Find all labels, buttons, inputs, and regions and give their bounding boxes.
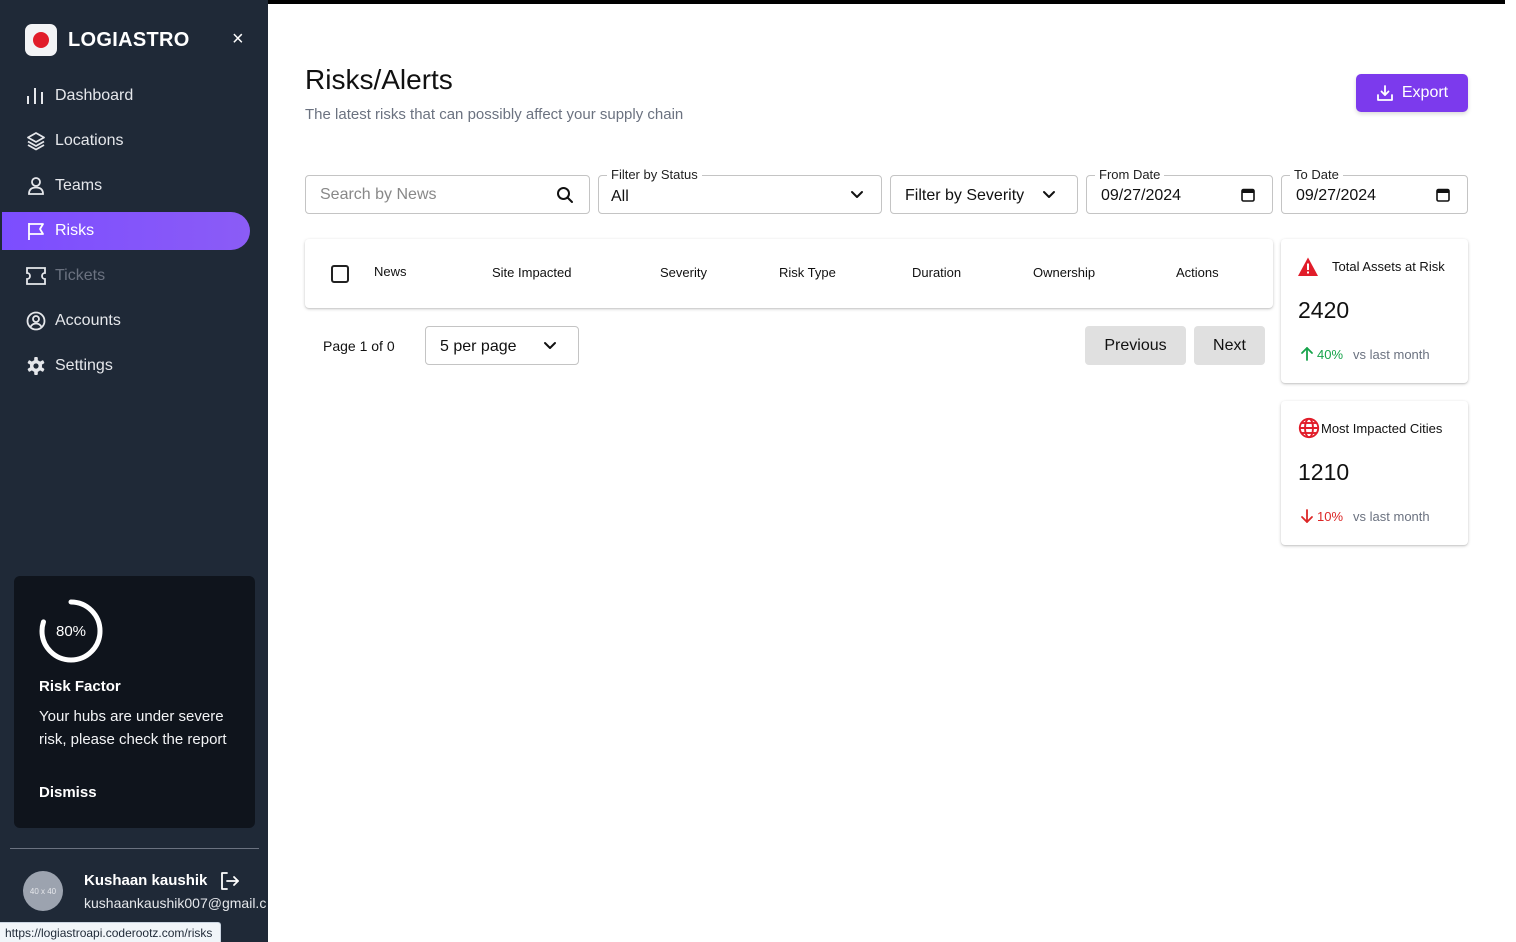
from-date-value: 09/27/2024 — [1101, 187, 1182, 204]
severity-filter-select[interactable]: Filter by Severity — [890, 175, 1078, 214]
sidebar-item-settings[interactable]: Settings — [2, 347, 250, 385]
brand-name: LOGIASTRO — [68, 28, 190, 51]
sidebar: LOGIASTRO × Dashboard Locations Teams Ri — [0, 0, 268, 942]
stat-change: 10% vs last month — [1299, 508, 1430, 524]
user-icon — [25, 175, 47, 197]
sidebar-item-tickets[interactable]: Tickets — [2, 257, 250, 295]
column-header-ownership[interactable]: Ownership — [1033, 265, 1095, 280]
from-date-field[interactable]: From Date 09/27/2024 — [1086, 167, 1273, 214]
ticket-icon — [25, 265, 47, 287]
bar-chart-icon — [25, 85, 47, 107]
sidebar-item-label: Tickets — [55, 267, 106, 284]
arrow-up-icon — [1301, 347, 1313, 361]
user-name: Kushaan kaushik — [84, 872, 208, 889]
download-icon — [1376, 85, 1393, 101]
stat-value: 1210 — [1298, 459, 1350, 485]
sidebar-item-label: Dashboard — [55, 87, 134, 104]
risk-percent: 80% — [55, 622, 87, 640]
risk-message: Your hubs are under severe risk, please … — [39, 708, 227, 748]
risk-title: Risk Factor — [39, 678, 121, 695]
column-header-severity[interactable]: Severity — [660, 265, 707, 280]
per-page-select[interactable]: 5 per page — [425, 326, 579, 365]
window-right-edge — [1505, 0, 1516, 942]
sidebar-item-locations[interactable]: Locations — [2, 122, 250, 160]
stat-card-total-assets: Total Assets at Risk 2420 40% vs last mo… — [1281, 239, 1468, 383]
stat-title: Most Impacted Cities — [1321, 421, 1443, 436]
sidebar-item-label: Risks — [55, 222, 95, 239]
to-date-value: 09/27/2024 — [1296, 187, 1377, 204]
globe-icon — [1298, 417, 1320, 439]
stat-change-value: 10% — [1317, 508, 1344, 524]
sidebar-item-teams[interactable]: Teams — [2, 167, 250, 205]
page-subtitle: The latest risks that can possibly affec… — [305, 106, 684, 123]
page-title: Risks/Alerts — [305, 64, 453, 95]
to-date-field[interactable]: To Date 09/27/2024 — [1281, 167, 1468, 214]
stat-change-note: vs last month — [1353, 346, 1430, 362]
divider — [10, 848, 259, 849]
brand[interactable]: LOGIASTRO — [25, 24, 190, 56]
export-label: Export — [1401, 84, 1449, 101]
column-header-duration[interactable]: Duration — [912, 265, 961, 280]
risks-table-header: News Site Impacted Severity Risk Type Du… — [305, 239, 1273, 308]
layers-icon — [25, 130, 47, 152]
search-icon[interactable] — [555, 185, 575, 205]
warning-icon — [1298, 257, 1318, 276]
avatar[interactable]: 40 x 40 — [23, 871, 63, 911]
stat-change-note: vs last month — [1353, 508, 1430, 524]
account-circle-icon — [25, 310, 47, 332]
logout-icon[interactable] — [219, 870, 241, 892]
status-filter-label: Filter by Status — [607, 167, 702, 182]
severity-filter-label: Filter by Severity — [905, 187, 1025, 204]
gear-icon — [25, 355, 47, 377]
search-placeholder: Search by News — [320, 186, 437, 203]
status-filter-select[interactable]: Filter by Status All — [598, 167, 882, 214]
sidebar-item-label: Teams — [55, 177, 103, 194]
arrow-down-icon — [1301, 509, 1313, 523]
sidebar-item-accounts[interactable]: Accounts — [2, 302, 250, 340]
stat-card-impacted-cities: Most Impacted Cities 1210 10% vs last mo… — [1281, 401, 1468, 545]
stat-change-value: 40% — [1317, 346, 1344, 362]
per-page-value: 5 per page — [440, 338, 517, 355]
page-info: Page 1 of 0 — [323, 338, 395, 354]
flag-icon — [25, 220, 47, 242]
column-header-actions[interactable]: Actions — [1176, 265, 1219, 280]
status-filter-value: All — [611, 188, 629, 205]
stat-title: Total Assets at Risk — [1332, 259, 1445, 274]
chevron-down-icon — [540, 336, 560, 356]
stat-change: 40% vs last month — [1299, 346, 1430, 362]
sidebar-item-label: Locations — [55, 132, 124, 149]
dismiss-button[interactable]: Dismiss — [39, 784, 97, 801]
close-icon[interactable]: × — [232, 28, 244, 51]
column-header-site-impacted[interactable]: Site Impacted — [492, 265, 572, 280]
search-input[interactable]: Search by News — [305, 175, 590, 214]
user-email: kushaankaushik007@gmail.c — [84, 895, 267, 911]
sidebar-item-label: Settings — [55, 357, 113, 374]
logo-icon — [25, 24, 57, 56]
export-button[interactable]: Export — [1356, 74, 1468, 112]
calendar-icon[interactable] — [1238, 185, 1258, 205]
previous-button[interactable]: Previous — [1085, 326, 1186, 365]
column-header-risk-type[interactable]: Risk Type — [779, 265, 836, 280]
select-all-checkbox[interactable] — [331, 265, 349, 283]
column-header-news[interactable]: News — [374, 264, 407, 279]
chevron-down-icon — [847, 185, 867, 205]
next-button[interactable]: Next — [1194, 326, 1265, 365]
chevron-down-icon — [1039, 185, 1059, 205]
stat-value: 2420 — [1298, 297, 1350, 323]
calendar-icon[interactable] — [1433, 185, 1453, 205]
from-date-label: From Date — [1095, 167, 1165, 182]
sidebar-item-dashboard[interactable]: Dashboard — [2, 77, 250, 115]
sidebar-item-label: Accounts — [55, 312, 121, 329]
sidebar-item-risks[interactable]: Risks — [2, 212, 250, 250]
to-date-label: To Date — [1290, 167, 1343, 182]
status-url: https://logiastroapi.coderootz.com/risks — [0, 922, 222, 942]
risk-factor-card: 80% Risk Factor Your hubs are under seve… — [14, 576, 255, 828]
